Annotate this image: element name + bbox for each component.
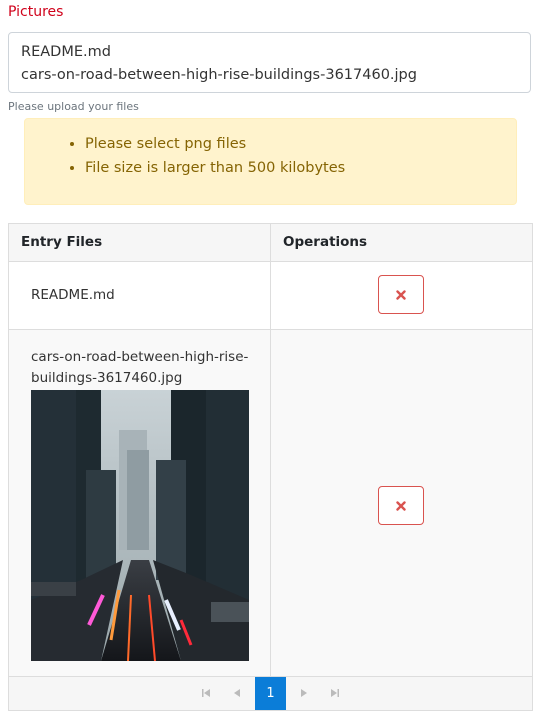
selected-file-name: cars-on-road-between-high-rise-buildings… [21, 67, 417, 83]
first-page-icon[interactable] [200, 687, 212, 699]
delete-file-button[interactable] [378, 275, 424, 314]
header-operations[interactable]: Operations [283, 234, 367, 250]
selected-file-name: README.md [21, 44, 111, 60]
validation-message: File size is larger than 500 kilobytes [85, 156, 516, 180]
delete-x-icon [396, 500, 406, 511]
pager: 1 [9, 676, 532, 710]
column-divider [270, 224, 271, 677]
current-page-button[interactable]: 1 [255, 677, 286, 710]
file-name-line: cars-on-road-between-high-rise- [31, 349, 249, 365]
delete-file-button[interactable] [378, 486, 424, 525]
file-name-line: buildings-3617460.jpg [31, 370, 183, 386]
validation-message-list: Please select png files File size is lar… [25, 119, 516, 180]
city-street-photo [31, 390, 249, 661]
prev-page-icon[interactable] [231, 687, 243, 699]
file-name-cell: cars-on-road-between-high-rise- building… [31, 347, 248, 389]
delete-x-icon [396, 289, 406, 300]
files-grid: Entry Files Operations README.md cars-on… [8, 223, 533, 711]
file-name-cell: README.md [31, 287, 115, 303]
validation-alert: Please select png files File size is lar… [24, 118, 517, 205]
image-preview [31, 390, 249, 661]
last-page-icon[interactable] [329, 687, 341, 699]
upload-helper-text: Please upload your files [8, 100, 139, 113]
next-page-icon[interactable] [298, 687, 310, 699]
header-entry-files[interactable]: Entry Files [21, 234, 102, 250]
validation-message: Please select png files [85, 132, 516, 156]
file-upload-input[interactable]: README.md cars-on-road-between-high-rise… [8, 32, 531, 93]
pictures-label: Pictures [8, 4, 64, 20]
